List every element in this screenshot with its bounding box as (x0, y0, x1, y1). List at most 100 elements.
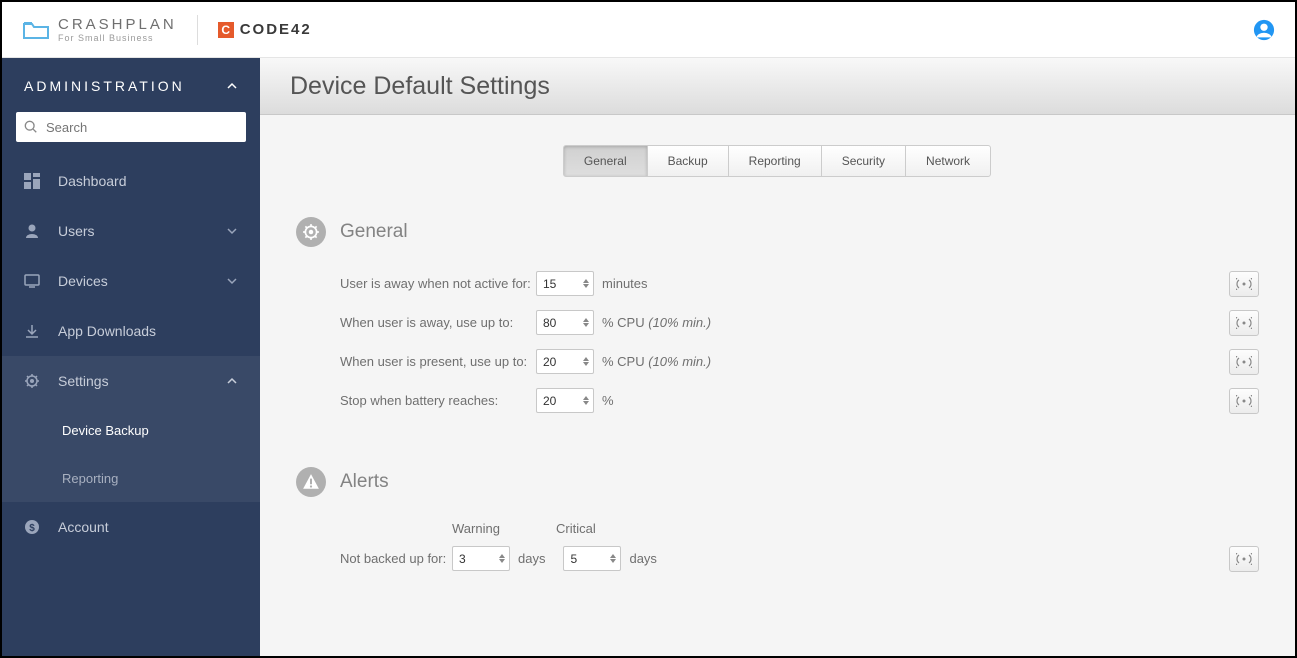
cpu-present-hint: (10% min.) (648, 354, 711, 369)
tab-security[interactable]: Security (821, 145, 906, 177)
search-box[interactable] (16, 112, 246, 142)
user-account-icon[interactable] (1253, 19, 1275, 41)
tab-network[interactable]: Network (905, 145, 991, 177)
critical-units: days (629, 551, 656, 566)
sidebar-section-title: ADMINISTRATION (24, 78, 185, 94)
chevron-down-icon (226, 225, 238, 237)
stepper-up-icon[interactable] (583, 318, 589, 322)
sidebar-item-label: Account (58, 519, 238, 535)
svg-text:$: $ (29, 523, 35, 534)
main-content: Device Default Settings General Backup R… (260, 58, 1295, 656)
battery-stepper[interactable] (536, 388, 594, 413)
sidebar-item-devices[interactable]: Devices (2, 256, 260, 306)
crashplan-logo[interactable]: CRASHPLAN For Small Business (22, 17, 177, 43)
broadcast-icon (1236, 278, 1252, 290)
download-icon (24, 323, 40, 339)
user-icon (24, 223, 40, 239)
critical-days-input[interactable] (570, 552, 600, 566)
page-title: Device Default Settings (260, 58, 1295, 115)
dashboard-icon (24, 173, 40, 189)
stepper-down-icon[interactable] (583, 323, 589, 327)
sidebar-item-label: Dashboard (58, 173, 238, 189)
general-section-header: General (296, 217, 1259, 247)
alert-icon (302, 473, 320, 491)
sidebar-item-users[interactable]: Users (2, 206, 260, 256)
away-label: User is away when not active for: (340, 276, 536, 291)
battery-label: Stop when battery reaches: (340, 393, 536, 408)
warning-column-header: Warning (452, 521, 556, 536)
lock-toggle-button[interactable] (1229, 349, 1259, 375)
stepper-up-icon[interactable] (583, 279, 589, 283)
stepper-down-icon[interactable] (583, 284, 589, 288)
away-minutes-stepper[interactable] (536, 271, 594, 296)
sidebar-item-label: App Downloads (58, 323, 238, 339)
warning-units: days (518, 551, 545, 566)
broadcast-icon (1236, 553, 1252, 565)
stepper-up-icon[interactable] (583, 396, 589, 400)
battery-input[interactable] (543, 394, 573, 408)
sidebar-item-label: Devices (58, 273, 208, 289)
battery-units: % (602, 393, 614, 408)
lock-toggle-button[interactable] (1229, 271, 1259, 297)
cpu-present-units: % CPU (602, 354, 645, 369)
code42-brand-text: CODE42 (240, 21, 312, 38)
folder-icon (22, 20, 50, 40)
away-units: minutes (602, 276, 648, 291)
dollar-icon: $ (24, 519, 40, 535)
chevron-up-icon (226, 375, 238, 387)
cpu-present-label: When user is present, use up to: (340, 354, 536, 369)
chevron-up-icon (226, 80, 238, 92)
warning-days-stepper[interactable] (452, 546, 510, 571)
sidebar-subitem-reporting[interactable]: Reporting (2, 454, 260, 502)
cpu-away-label: When user is away, use up to: (340, 315, 536, 330)
sidebar-subitem-device-backup[interactable]: Device Backup (2, 406, 260, 454)
tab-backup[interactable]: Backup (647, 145, 729, 177)
tab-reporting[interactable]: Reporting (728, 145, 822, 177)
critical-days-stepper[interactable] (563, 546, 621, 571)
sidebar: ADMINISTRATION Dashboard Users Devices A… (2, 58, 260, 656)
alerts-section-title: Alerts (340, 471, 389, 493)
general-section-title: General (340, 221, 408, 243)
broadcast-icon (1236, 317, 1252, 329)
lock-toggle-button[interactable] (1229, 310, 1259, 336)
cpu-present-stepper[interactable] (536, 349, 594, 374)
stepper-down-icon[interactable] (583, 362, 589, 366)
cpu-away-hint: (10% min.) (648, 315, 711, 330)
crashplan-tagline: For Small Business (58, 34, 177, 43)
tabs: General Backup Reporting Security Networ… (260, 145, 1295, 177)
search-icon (24, 120, 38, 134)
sidebar-section-header[interactable]: ADMINISTRATION (2, 78, 260, 112)
code42-logo[interactable]: C CODE42 (218, 21, 312, 38)
stepper-down-icon[interactable] (610, 559, 616, 563)
sidebar-item-account[interactable]: $ Account (2, 502, 260, 552)
gear-icon (24, 373, 40, 389)
stepper-down-icon[interactable] (583, 401, 589, 405)
stepper-up-icon[interactable] (610, 554, 616, 558)
broadcast-icon (1236, 395, 1252, 407)
cpu-away-stepper[interactable] (536, 310, 594, 335)
not-backed-label: Not backed up for: (340, 551, 452, 566)
gear-icon (302, 223, 320, 241)
lock-toggle-button[interactable] (1229, 388, 1259, 414)
stepper-up-icon[interactable] (583, 357, 589, 361)
stepper-up-icon[interactable] (499, 554, 505, 558)
code42-icon: C (218, 22, 234, 38)
away-minutes-input[interactable] (543, 277, 573, 291)
cpu-away-units: % CPU (602, 315, 645, 330)
cpu-away-input[interactable] (543, 316, 573, 330)
crashplan-brand-text: CRASHPLAN (58, 17, 177, 32)
divider (197, 15, 198, 45)
tab-general[interactable]: General (563, 145, 648, 177)
search-input[interactable] (46, 120, 238, 135)
chevron-down-icon (226, 275, 238, 287)
monitor-icon (24, 273, 40, 289)
cpu-present-input[interactable] (543, 355, 573, 369)
sidebar-item-dashboard[interactable]: Dashboard (2, 156, 260, 206)
sidebar-item-app-downloads[interactable]: App Downloads (2, 306, 260, 356)
alerts-section-header: Alerts (296, 467, 1259, 497)
critical-column-header: Critical (556, 521, 660, 536)
lock-toggle-button[interactable] (1229, 546, 1259, 572)
stepper-down-icon[interactable] (499, 559, 505, 563)
warning-days-input[interactable] (459, 552, 489, 566)
sidebar-item-settings[interactable]: Settings (2, 356, 260, 406)
